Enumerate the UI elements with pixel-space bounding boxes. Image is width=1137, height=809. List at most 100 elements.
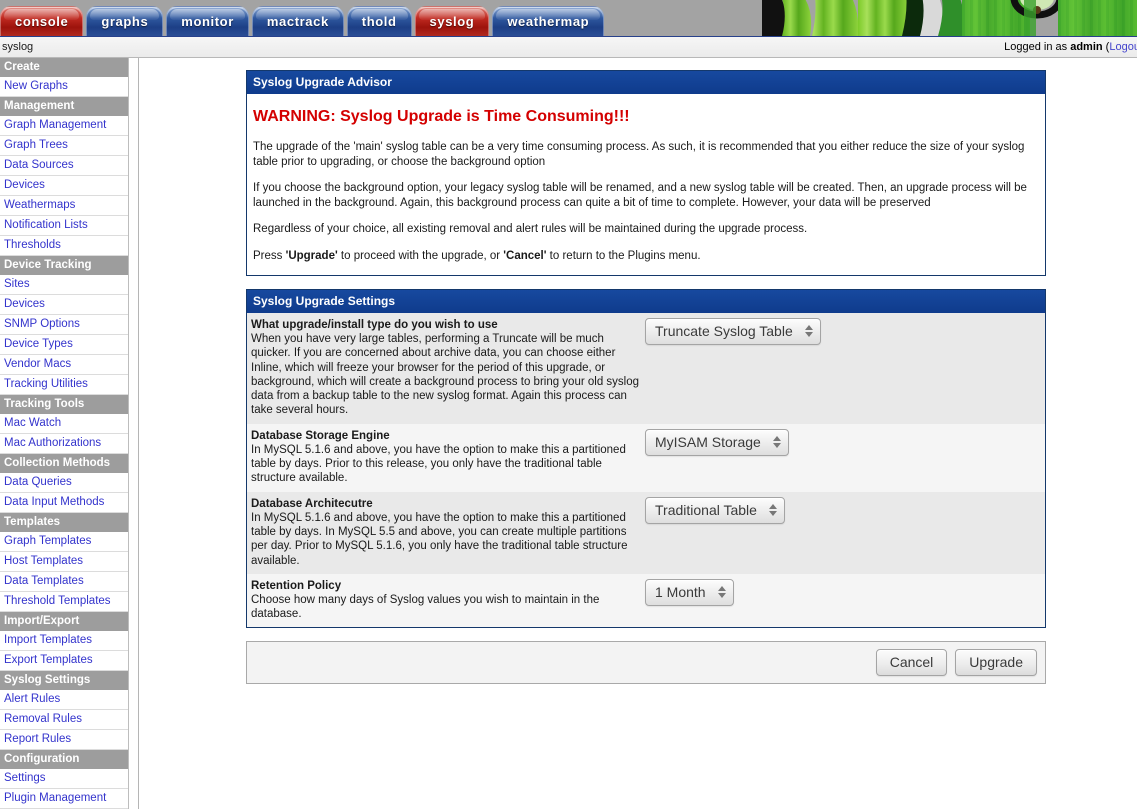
sidebar-header-import-export: Import/Export (0, 612, 128, 631)
setting-label-retention-policy: Retention Policy (251, 579, 342, 592)
logout-link[interactable]: Logout (1109, 41, 1137, 53)
cancel-button[interactable]: Cancel (875, 649, 948, 677)
sidebar-item-data-sources[interactable]: Data Sources (0, 156, 128, 176)
sidebar-item-notification-lists[interactable]: Notification Lists (0, 216, 128, 236)
tab-weathermap[interactable]: weathermap (492, 6, 605, 36)
main-content: Syslog Upgrade Advisor WARNING: Syslog U… (140, 58, 1137, 809)
sidebar-item-vendor-macs[interactable]: Vendor Macs (0, 355, 128, 375)
login-status: Logged in as admin (Logout (1004, 41, 1137, 53)
tab-syslog[interactable]: syslog (414, 6, 490, 36)
top-tab-bar: console graphs monitor mactrack thold sy… (0, 0, 1137, 36)
setting-label-database-architecutre: Database Architecutre (251, 497, 373, 510)
setting-row-database-storage-engine: Database Storage Engine In MySQL 5.1.6 an… (247, 423, 1045, 492)
form-action-bar: Cancel Upgrade (246, 641, 1046, 685)
setting-label-database-storage-engine: Database Storage Engine (251, 429, 390, 442)
sidebar-item-graph-trees[interactable]: Graph Trees (0, 136, 128, 156)
setting-control-database-architecutre: Traditional Table (643, 496, 1041, 524)
sidebar-item-data-templates[interactable]: Data Templates (0, 572, 128, 592)
page-shell: Create New Graphs Management Graph Manageme… (0, 58, 1137, 809)
sidebar-item-tracking-utilities[interactable]: Tracking Utilities (0, 375, 128, 395)
setting-text-retention-policy: Retention Policy Choose how many days of … (251, 579, 643, 622)
select-spinner-icon (804, 324, 813, 338)
tab-graphs[interactable]: graphs (86, 6, 164, 36)
select-value-database-architecutre: Traditional Table (655, 501, 757, 518)
advisor-paragraph-1: The upgrade of the 'main' syslog table c… (253, 141, 1025, 168)
syslog-upgrade-settings-panel: Syslog Upgrade Settings What upgrade/ins… (246, 289, 1046, 629)
select-database-architecutre[interactable]: Traditional Table (645, 496, 785, 524)
sidebar-item-devices[interactable]: Devices (0, 176, 128, 196)
sidebar-item-removal-rules[interactable]: Removal Rules (0, 710, 128, 730)
logged-in-label: Logged in as (1004, 41, 1071, 53)
sidebar-item-import-templates[interactable]: Import Templates (0, 631, 128, 651)
advisor-paragraph-4: Press 'Upgrade' to proceed with the upgr… (253, 249, 1039, 264)
setting-row-what-upgrade-install-type-do-you-wish-to-use: What upgrade/install type do you wish to… (247, 313, 1045, 424)
sidebar-item-devices[interactable]: Devices (0, 295, 128, 315)
sidebar-header-collection-methods: Collection Methods (0, 454, 128, 473)
warning-heading: WARNING: Syslog Upgrade is Time Consumin… (253, 108, 630, 125)
setting-text-what-upgrade-install-type-do-you-wish-to-use: What upgrade/install type do you wish to… (251, 318, 643, 418)
upgrade-button[interactable]: Upgrade (955, 649, 1037, 677)
select-database-storage-engine[interactable]: MyISAM Storage (645, 428, 789, 456)
sidebar-item-data-queries[interactable]: Data Queries (0, 473, 128, 493)
press-text: Press (253, 249, 286, 262)
upgrade-word: 'Upgrade' (285, 249, 338, 262)
sidebar-header-configuration: Configuration (0, 750, 128, 769)
cacti-logo-graphic (762, 0, 1137, 36)
tab-monitor[interactable]: monitor (166, 6, 249, 36)
setting-label-what-upgrade-install-type-do-you-wish-to-use: What upgrade/install type do you wish to… (251, 319, 498, 331)
tab-mactrack[interactable]: mactrack (251, 6, 344, 36)
logged-in-username: admin (1070, 41, 1103, 53)
setting-description-retention-policy: Choose how many days of Syslog values yo… (251, 593, 600, 621)
cancel-word: 'Cancel' (503, 249, 547, 262)
sidebar-divider (129, 58, 139, 809)
select-spinner-icon (768, 503, 777, 517)
setting-description-database-architecutre: In MySQL 5.1.6 and above, you have the o… (251, 511, 628, 567)
tab-thold[interactable]: thold (346, 6, 412, 36)
sidebar-item-mac-watch[interactable]: Mac Watch (0, 414, 128, 434)
select-what-upgrade-install-type-do-you-wish-to-use[interactable]: Truncate Syslog Table (645, 318, 821, 345)
setting-text-database-storage-engine: Database Storage Engine In MySQL 5.1.6 an… (251, 429, 643, 486)
setting-text-database-architecutre: Database Architecutre In MySQL 5.1.6 and … (251, 497, 643, 568)
sidebar-item-device-types[interactable]: Device Types (0, 335, 128, 355)
sidebar-item-graph-templates[interactable]: Graph Templates (0, 532, 128, 552)
advisor-panel-title: Syslog Upgrade Advisor (247, 71, 1045, 94)
select-retention-policy[interactable]: 1 Month (645, 578, 734, 606)
sidebar-header-templates: Templates (0, 513, 128, 532)
setting-row-database-architecutre: Database Architecutre In MySQL 5.1.6 and … (247, 491, 1045, 574)
setting-control-what-upgrade-install-type-do-you-wish-to-use: Truncate Syslog Table (643, 318, 1041, 345)
sidebar-item-plugin-management[interactable]: Plugin Management (0, 789, 128, 809)
sidebar-item-sites[interactable]: Sites (0, 275, 128, 295)
sidebar-item-mac-authorizations[interactable]: Mac Authorizations (0, 434, 128, 454)
sidebar-item-snmp-options[interactable]: SNMP Options (0, 315, 128, 335)
sidebar-item-report-rules[interactable]: Report Rules (0, 730, 128, 750)
setting-description-what-upgrade-install-type-do-you-wish-to-use: When you have very large tables, perform… (251, 333, 640, 417)
advisor-paragraph-2: If you choose the background option, you… (253, 182, 1027, 209)
advisor-panel-body: WARNING: Syslog Upgrade is Time Consumin… (247, 94, 1045, 275)
sidebar-item-weathermaps[interactable]: Weathermaps (0, 196, 128, 216)
sidebar-item-alert-rules[interactable]: Alert Rules (0, 690, 128, 710)
setting-row-retention-policy: Retention Policy Choose how many days of … (247, 573, 1045, 628)
tab-console[interactable]: console (0, 6, 84, 36)
sidebar-item-settings[interactable]: Settings (0, 769, 128, 789)
sidebar-header-syslog-settings: Syslog Settings (0, 671, 128, 690)
syslog-upgrade-advisor-panel: Syslog Upgrade Advisor WARNING: Syslog U… (246, 70, 1046, 276)
sidebar-item-export-templates[interactable]: Export Templates (0, 651, 128, 671)
sidebar-header-management: Management (0, 97, 128, 116)
select-value-what-upgrade-install-type-do-you-wish-to-use: Truncate Syslog Table (655, 323, 793, 339)
sidebar-item-new-graphs[interactable]: New Graphs (0, 77, 128, 97)
sidebar-item-thresholds[interactable]: Thresholds (0, 236, 128, 256)
sidebar-header-device-tracking: Device Tracking (0, 256, 128, 275)
sidebar-wrapper: Create New Graphs Management Graph Manageme… (0, 58, 140, 809)
select-spinner-icon (772, 435, 781, 449)
advisor-paragraph-3: Regardless of your choice, all existing … (253, 223, 808, 235)
setting-description-database-storage-engine: In MySQL 5.1.6 and above, you have the o… (251, 443, 626, 485)
sidebar-item-host-templates[interactable]: Host Templates (0, 552, 128, 572)
sidebar-item-data-input-methods[interactable]: Data Input Methods (0, 493, 128, 513)
settings-row-list: What upgrade/install type do you wish to… (247, 313, 1045, 628)
breadcrumb[interactable]: syslog (0, 41, 33, 53)
sidebar-menu: Create New Graphs Management Graph Manageme… (0, 58, 129, 809)
sidebar-item-graph-management[interactable]: Graph Management (0, 116, 128, 136)
tab-list: console graphs monitor mactrack thold sy… (0, 0, 607, 36)
settings-panel-title: Syslog Upgrade Settings (247, 290, 1045, 313)
sidebar-item-threshold-templates[interactable]: Threshold Templates (0, 592, 128, 612)
